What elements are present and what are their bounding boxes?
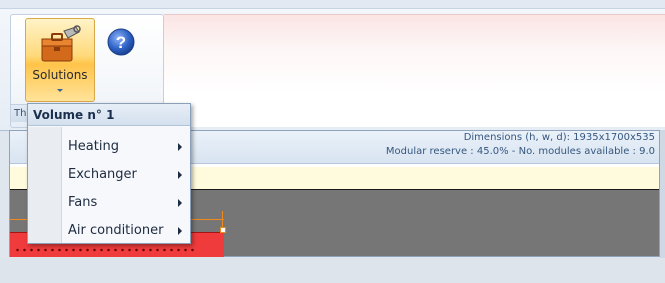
ribbon-empty-area bbox=[164, 14, 665, 127]
chevron-right-icon bbox=[178, 227, 182, 235]
ribbon-tab-strip bbox=[0, 0, 665, 9]
solutions-button[interactable]: Solutions bbox=[25, 18, 95, 102]
menu-item-air-conditioner[interactable]: Air conditioner bbox=[62, 217, 190, 245]
menu-item-label: Air conditioner bbox=[68, 223, 164, 238]
dimension-handle[interactable] bbox=[220, 227, 226, 233]
svg-text:?: ? bbox=[116, 33, 126, 52]
chevron-right-icon bbox=[178, 199, 182, 207]
chevron-down-icon bbox=[57, 89, 63, 92]
chevron-right-icon bbox=[178, 171, 182, 179]
chevron-right-icon bbox=[178, 143, 182, 151]
menu-item-fans[interactable]: Fans bbox=[62, 189, 190, 217]
help-button[interactable]: ? bbox=[106, 27, 136, 57]
menu-item-label: Fans bbox=[68, 195, 98, 210]
menu-icon-gutter bbox=[28, 127, 62, 243]
dimensions-text: Dimensions (h, w, d): 1935x1700x535 bbox=[463, 132, 655, 143]
status-bar bbox=[0, 258, 665, 283]
scrollbar-edge bbox=[660, 130, 665, 258]
menu-item-label: Heating bbox=[68, 139, 119, 154]
menu-item-heating[interactable]: Heating bbox=[62, 133, 190, 161]
menu-item-label: Exchanger bbox=[68, 167, 137, 182]
modular-reserve-text: Modular reserve : 45.0% - No. modules av… bbox=[385, 146, 655, 157]
solutions-label: Solutions bbox=[32, 68, 88, 82]
solutions-dropdown-menu: Volume n° 1 Heating Exchanger Fans Air c… bbox=[27, 103, 191, 244]
help-icon: ? bbox=[107, 28, 135, 56]
module-dots bbox=[14, 248, 194, 252]
menu-header: Volume n° 1 bbox=[28, 104, 190, 126]
menu-item-exchanger[interactable]: Exchanger bbox=[62, 161, 190, 189]
toolbox-icon bbox=[38, 25, 82, 68]
